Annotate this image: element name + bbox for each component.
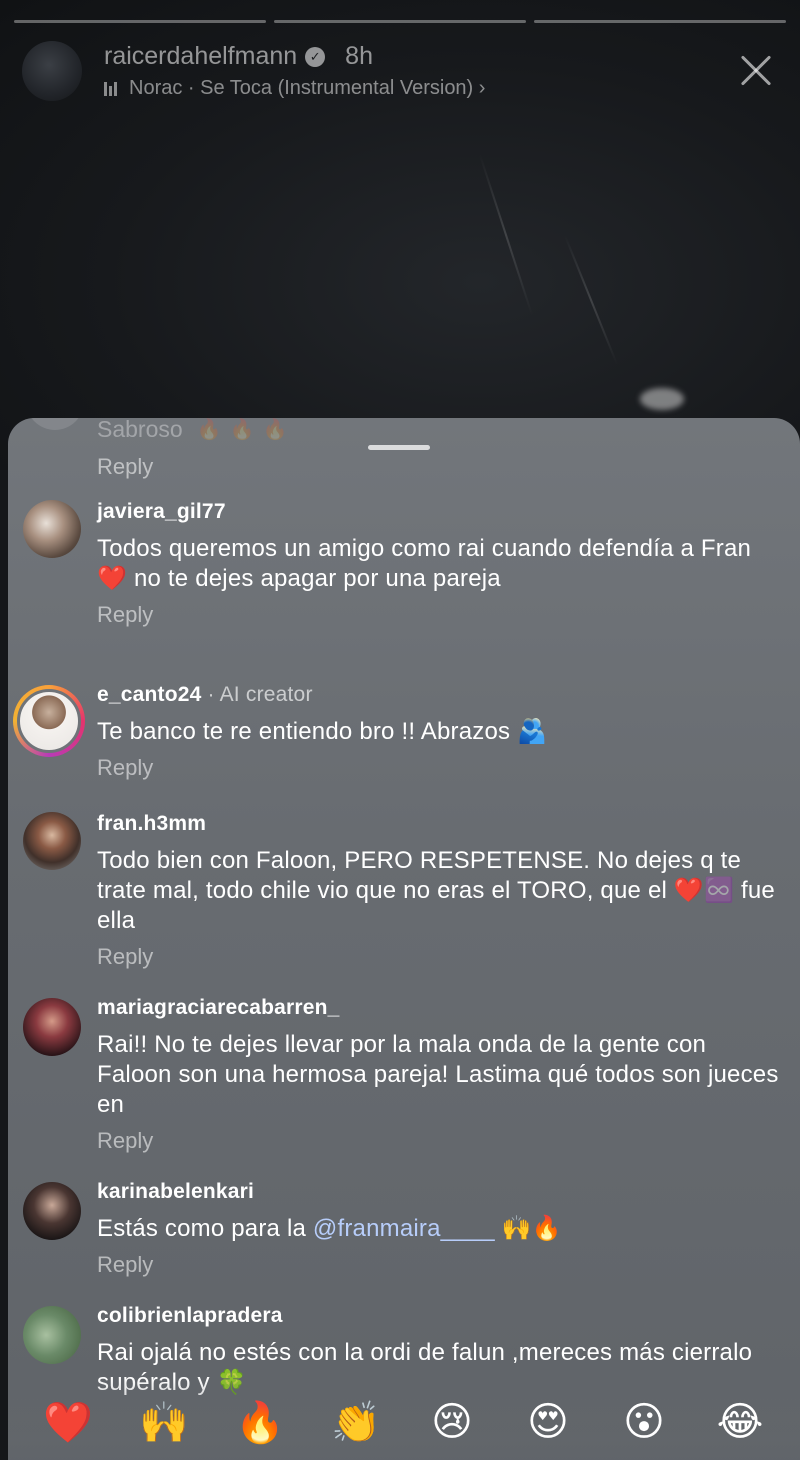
avatar[interactable] — [23, 998, 81, 1056]
progress-segment — [274, 20, 526, 23]
surprised-reaction-icon[interactable]: 😮 — [614, 1399, 674, 1445]
reply-button[interactable]: Reply — [97, 1252, 780, 1278]
story-username[interactable]: raicerdahelfmann — [104, 42, 297, 71]
music-info[interactable]: Norac · Se Toca (Instrumental Version) › — [104, 77, 724, 100]
crying-reaction-icon[interactable]: 😢 — [422, 1399, 482, 1445]
comment-text: Te banco te re entiendo bro !! Abrazos 🫂 — [97, 718, 548, 745]
reply-button[interactable]: Reply — [97, 1128, 780, 1154]
comment-emojis: 🔥🔥🔥 — [196, 419, 296, 441]
comment-text: Sabroso — [97, 418, 183, 442]
story-header: raicerdahelfmann ✓ 8h Norac · Se Toca (I… — [22, 40, 778, 102]
light-streak — [563, 234, 619, 366]
avatar[interactable] — [23, 1182, 81, 1240]
quick-reactions-bar: ❤️ 🙌 🔥 👏 😢 😍 😮 😂 — [8, 1384, 800, 1460]
comment-username[interactable]: colibrienlapradera — [97, 1304, 780, 1328]
fire-reaction-icon[interactable]: 🔥 — [230, 1399, 290, 1446]
reply-button[interactable]: Reply — [97, 602, 780, 628]
close-button[interactable] — [734, 49, 778, 93]
comment-text: Estás como para la @franmaira____ 🙌🔥 — [97, 1215, 562, 1242]
avatar[interactable] — [13, 685, 85, 757]
heart-eyes-reaction-icon[interactable]: 😍 — [518, 1399, 578, 1445]
clapping-reaction-icon[interactable]: 👏 — [326, 1399, 386, 1446]
light-glow — [640, 388, 684, 410]
story-time: 8h — [345, 42, 373, 70]
laughing-reaction-icon[interactable]: 😂 — [710, 1399, 770, 1445]
mention-link[interactable]: @franmaira____ — [313, 1215, 495, 1242]
reply-button[interactable]: Reply — [97, 755, 780, 781]
music-bars-icon — [104, 81, 117, 96]
ai-creator-label: · AI creator — [207, 683, 313, 706]
avatar — [26, 418, 84, 430]
comment-username[interactable]: fran.h3mm — [97, 812, 780, 836]
drag-handle[interactable] — [368, 445, 430, 450]
heart-reaction-icon[interactable]: ❤️ — [38, 1399, 98, 1446]
comment-username[interactable]: javiera_gil77 — [97, 500, 780, 524]
music-title: Norac · Se Toca (Instrumental Version) › — [129, 77, 486, 99]
verified-badge-icon: ✓ — [305, 46, 326, 67]
raising-hands-reaction-icon[interactable]: 🙌 — [134, 1399, 194, 1446]
story-progress — [14, 20, 786, 23]
reply-button[interactable]: Reply — [97, 454, 153, 480]
comment-text: Todos queremos un amigo como rai cuando … — [97, 535, 752, 592]
comment-username[interactable]: mariagraciarecabarren_ — [97, 996, 780, 1020]
avatar[interactable] — [23, 500, 81, 558]
light-streak — [478, 153, 534, 317]
comment-text: Rai!! No te dejes llevar por la mala ond… — [97, 1031, 779, 1118]
comment-username[interactable]: karinabelenkari — [97, 1180, 780, 1204]
story-background: raicerdahelfmann ✓ 8h Norac · Se Toca (I… — [0, 0, 800, 470]
reply-button[interactable]: Reply — [97, 944, 780, 970]
avatar[interactable] — [23, 812, 81, 870]
comment-text: Todo bien con Faloon, PERO RESPETENSE. N… — [97, 847, 775, 934]
story-meta: raicerdahelfmann ✓ 8h Norac · Se Toca (I… — [104, 42, 724, 100]
progress-segment — [534, 20, 786, 23]
faded-comment: Sabroso 🔥🔥🔥 — [97, 418, 295, 443]
avatar[interactable] — [23, 1306, 81, 1364]
comment-username[interactable]: e_canto24 · AI creator — [97, 683, 780, 707]
comments-sheet: Sabroso 🔥🔥🔥 Reply javiera_gil77 Todos qu… — [8, 418, 800, 1460]
story-author-avatar[interactable] — [22, 41, 82, 101]
progress-segment — [14, 20, 266, 23]
